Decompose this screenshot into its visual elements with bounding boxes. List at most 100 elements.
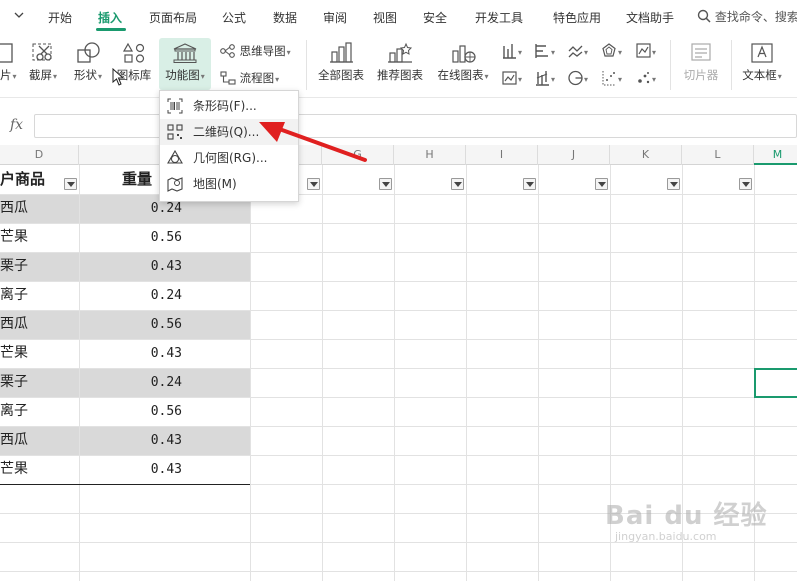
line-chart-icon[interactable]: ▾ (568, 43, 592, 59)
svg-text:▾: ▾ (551, 48, 555, 57)
menu-formula[interactable]: 公式 (222, 9, 246, 26)
mouse-cursor-icon (112, 68, 124, 86)
menu-insert[interactable]: 插入 (98, 9, 122, 26)
filter-dropdown-button[interactable] (667, 178, 680, 190)
area-chart-icon[interactable]: ▾ (636, 43, 660, 59)
header-weight[interactable]: 重量 (122, 165, 162, 194)
bar-horizontal-chart-icon[interactable]: ▾ (535, 43, 559, 59)
ribbon-separator (731, 40, 732, 90)
scatter-chart-icon[interactable]: ▾ (602, 70, 626, 86)
online-chart-icon (452, 45, 476, 63)
command-search[interactable]: 查找命令、搜索 (697, 8, 797, 25)
column-header-l[interactable]: L (682, 145, 754, 165)
shape-button[interactable]: 形状▾ (68, 42, 108, 83)
cell-weight[interactable]: 0.43 (100, 252, 182, 281)
table-bottom-border (0, 484, 250, 485)
menu-view[interactable]: 视图 (373, 9, 397, 26)
svg-text:▾: ▾ (551, 75, 555, 84)
flowchart-button[interactable]: 流程图▾ (220, 70, 300, 86)
header-product[interactable]: 户商品 (0, 165, 60, 194)
grid-line (322, 165, 323, 581)
cell-weight[interactable]: 0.24 (100, 368, 182, 397)
grid-line (394, 165, 395, 581)
cell-product[interactable]: 离子 (0, 397, 28, 426)
svg-text:▾: ▾ (618, 75, 622, 84)
menu-start[interactable]: 开始 (48, 9, 72, 26)
function-chart-button[interactable]: 功能图▾ (159, 38, 211, 90)
menu-review[interactable]: 审阅 (323, 9, 347, 26)
barcode-icon (167, 98, 183, 114)
cell-product[interactable]: 栗子 (0, 368, 28, 397)
menu-doc-helper[interactable]: 文档助手 (626, 9, 674, 26)
screenshot-button[interactable]: 截屏▾ (24, 42, 62, 83)
menu-page-layout[interactable]: 页面布局 (149, 9, 197, 26)
column-header-m[interactable]: M (754, 145, 797, 165)
cell-product[interactable]: 芒果 (0, 339, 28, 368)
combo-chart-icon[interactable]: ▾ (502, 70, 526, 86)
grid-line (538, 165, 539, 581)
cell-weight[interactable]: 0.43 (100, 455, 182, 484)
pie-chart-icon[interactable]: ▾ (568, 70, 592, 86)
svg-text:▾: ▾ (518, 75, 522, 84)
filter-dropdown-button[interactable] (595, 178, 608, 190)
textbox-button[interactable]: 文本框▾ (737, 42, 787, 83)
filter-dropdown-button[interactable] (307, 178, 320, 190)
radar-chart-icon[interactable]: ▾ (602, 43, 626, 59)
picture-button-partial[interactable]: 片▾ (0, 42, 17, 83)
red-arrow-annotation (259, 122, 367, 162)
online-charts-button[interactable]: 在线图表▾ (432, 42, 494, 83)
menu-item-map[interactable]: 地图(M) (160, 171, 298, 197)
grid-line (250, 165, 251, 581)
filter-dropdown-button[interactable] (379, 178, 392, 190)
column-header-j[interactable]: J (538, 145, 610, 165)
column-header-d[interactable]: D (0, 145, 79, 165)
cell-weight[interactable]: 0.24 (100, 281, 182, 310)
cell-weight[interactable]: 0.56 (100, 397, 182, 426)
svg-text:▾: ▾ (584, 48, 588, 57)
cell-product[interactable]: 芒果 (0, 455, 28, 484)
stock-chart-icon[interactable]: ▾ (535, 70, 559, 86)
formula-input[interactable] (34, 114, 797, 138)
filter-dropdown-button[interactable] (451, 178, 464, 190)
recommended-charts-button[interactable]: 推荐图表 (373, 42, 427, 83)
column-chart-icon[interactable]: ▾ (502, 43, 526, 59)
map-icon (167, 177, 183, 192)
svg-text:▾: ▾ (618, 48, 622, 57)
chevron-down-icon[interactable] (14, 10, 24, 20)
bubble-chart-icon[interactable]: ▾ (636, 70, 660, 86)
filter-dropdown-button[interactable] (64, 178, 77, 190)
selected-cell[interactable] (754, 368, 797, 398)
cell-weight[interactable]: 0.56 (100, 310, 182, 339)
cell-product[interactable]: 西瓜 (0, 426, 28, 455)
cell-product[interactable]: 西瓜 (0, 194, 28, 223)
search-text: 查找命令、搜索 (714, 10, 797, 24)
menu-bar: 开始 插入 页面布局 公式 数据 审阅 视图 安全 开发工具 特色应用 文档助手… (0, 0, 797, 34)
menu-item-barcode[interactable]: 条形码(F)... (160, 93, 298, 119)
ribbon-separator (306, 40, 307, 90)
filter-dropdown-button[interactable] (523, 178, 536, 190)
menu-security[interactable]: 安全 (423, 9, 447, 26)
svg-text:▾: ▾ (584, 75, 588, 84)
all-charts-button[interactable]: 全部图表 (313, 42, 369, 83)
cell-weight[interactable]: 0.43 (100, 339, 182, 368)
column-header-k[interactable]: K (610, 145, 682, 165)
cell-weight[interactable]: 0.43 (100, 426, 182, 455)
cell-product[interactable]: 芒果 (0, 223, 28, 252)
fx-label: fx (10, 117, 24, 133)
cell-product[interactable]: 离子 (0, 281, 28, 310)
cell-product[interactable]: 西瓜 (0, 310, 28, 339)
cell-weight[interactable]: 0.56 (100, 223, 182, 252)
column-header-h[interactable]: H (394, 145, 466, 165)
filter-dropdown-button[interactable] (739, 178, 752, 190)
mindmap-button[interactable]: 思维导图▾ (220, 43, 300, 59)
svg-text:▾: ▾ (652, 75, 656, 84)
column-header-row: D E F G H I J K L M (0, 145, 797, 165)
cell-product[interactable]: 栗子 (0, 252, 28, 281)
menu-special[interactable]: 特色应用 (553, 9, 601, 26)
menu-dev-tools[interactable]: 开发工具 (475, 9, 523, 26)
slicer-button[interactable]: 切片器 (678, 42, 724, 83)
function-chart-icon (173, 43, 197, 63)
menu-data[interactable]: 数据 (273, 9, 297, 26)
formula-bar: fx (0, 110, 797, 142)
column-header-i[interactable]: I (466, 145, 538, 165)
